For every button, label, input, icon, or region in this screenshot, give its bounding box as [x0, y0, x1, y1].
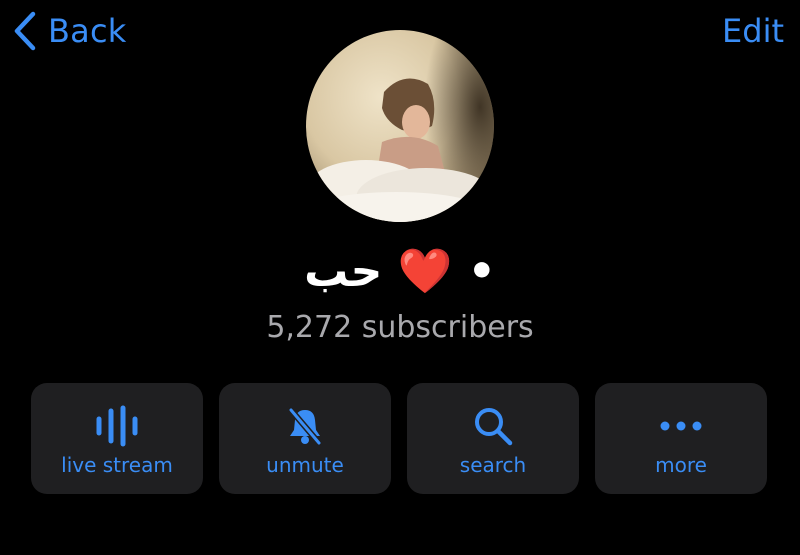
back-button[interactable]: Back [12, 8, 127, 54]
magnifier-icon [463, 403, 523, 449]
channel-avatar[interactable] [306, 30, 494, 222]
more-label: more [655, 453, 707, 477]
search-label: search [459, 453, 527, 477]
search-button[interactable]: search [407, 383, 579, 494]
subscriber-count: 5,272 subscribers [266, 310, 534, 345]
unmute-button[interactable]: unmute [219, 383, 391, 494]
bell-slash-icon [275, 403, 335, 449]
chevron-left-icon [14, 11, 36, 51]
unmute-label: unmute [266, 453, 344, 477]
waveform-icon [87, 403, 147, 449]
live-stream-button[interactable]: live stream [31, 383, 203, 494]
channel-name: حب ❤️ • [304, 246, 496, 297]
edit-button[interactable]: Edit [722, 8, 784, 54]
action-bar: live stream unmute search more [31, 383, 767, 494]
back-label: Back [48, 12, 127, 50]
live-stream-label: live stream [61, 453, 173, 477]
more-button[interactable]: more [595, 383, 767, 494]
avatar-photo [306, 30, 494, 222]
ellipsis-icon [651, 403, 711, 449]
